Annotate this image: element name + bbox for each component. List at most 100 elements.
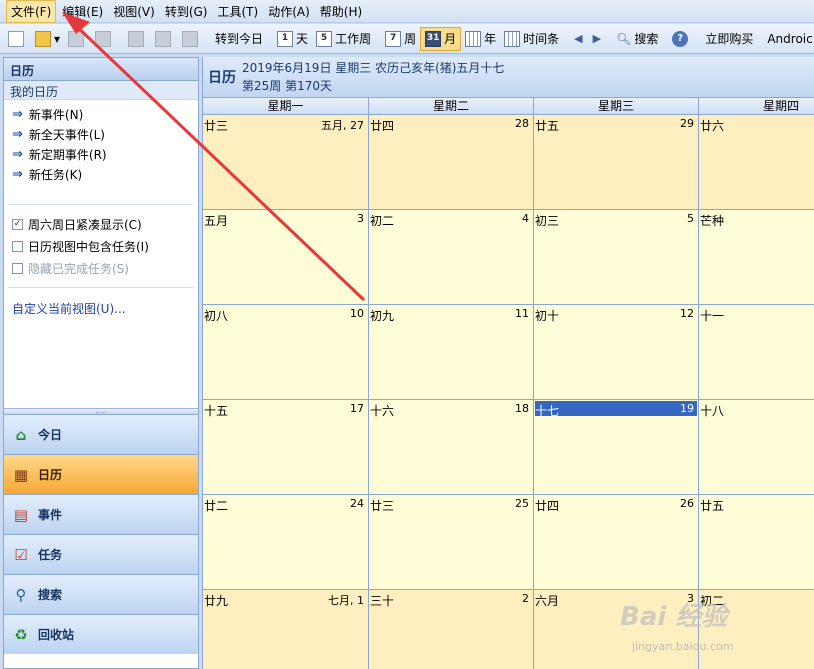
- day-number: 17: [350, 402, 364, 415]
- day-cell[interactable]: 廿三 五月, 27: [203, 115, 369, 210]
- day-cell[interactable]: 十五 17: [203, 400, 369, 495]
- events-icon: ▤: [13, 505, 29, 524]
- day-cell-today[interactable]: 十七 19: [534, 400, 699, 495]
- menu-bar: 文件(F) 编辑(E) 视图(V) 转到(G) 工具(T) 动作(A) 帮助(H…: [0, 0, 814, 23]
- nav-events[interactable]: ▤ 事件: [4, 494, 198, 534]
- new-all-day-event-action[interactable]: ⇒ 新全天事件(L): [4, 124, 198, 144]
- calendar-date-info: 2019年6月19日 星期三 农历己亥年(猪)五月十七 第25周 第170天: [242, 59, 504, 95]
- day-view-button[interactable]: 1天: [273, 27, 312, 51]
- day-cell[interactable]: 初十 12: [534, 305, 699, 400]
- preview-button[interactable]: [91, 27, 118, 51]
- day-cell[interactable]: 十六 18: [369, 400, 534, 495]
- nav-recycle-bin[interactable]: ♻ 回收站: [4, 614, 198, 654]
- buy-now-button[interactable]: 立即购买: [701, 27, 757, 51]
- menu-file[interactable]: 文件(F): [6, 0, 57, 23]
- menu-tools[interactable]: 工具(T): [213, 1, 262, 22]
- lunar-date: 十八: [700, 404, 725, 418]
- new-event-action[interactable]: ⇒ 新事件(N): [4, 104, 198, 124]
- nav-calendar-label: 日历: [38, 468, 63, 482]
- new-recurring-event-action[interactable]: ⇒ 新定期事件(R): [4, 144, 198, 164]
- day-cell[interactable]: 初三 5: [534, 210, 699, 305]
- menu-view[interactable]: 视图(V): [109, 1, 159, 22]
- timeline-icon: [504, 30, 521, 47]
- year-view-button[interactable]: 年: [461, 27, 500, 51]
- checkbox-icon: [12, 240, 23, 252]
- day-cell[interactable]: 廿五: [699, 495, 814, 590]
- weekday-header: 星期三: [534, 98, 699, 114]
- nav-search[interactable]: ⚲ 搜索: [4, 574, 198, 614]
- day-cell[interactable]: 芒种: [699, 210, 814, 305]
- lunar-date: 初九: [370, 309, 395, 323]
- week-view-button[interactable]: 7周: [381, 27, 420, 51]
- month-grid: 廿三 五月, 27 廿四 28 廿五 29 廿六五月 3 初二 4 初三 5 芒种初八 10 初九 11 初十 1…: [203, 115, 814, 669]
- calendar-header: 日历 2019年6月19日 星期三 农历己亥年(猪)五月十七 第25周 第170…: [203, 57, 814, 98]
- day-cell[interactable]: 廿四 26: [534, 495, 699, 590]
- day-cell[interactable]: 廿九 七月, 1: [203, 590, 369, 669]
- arrow-right-icon: ⇒: [12, 146, 23, 162]
- search-button[interactable]: 🔍︎ 搜索: [612, 27, 662, 51]
- lunar-date: 三十: [370, 594, 395, 608]
- scissors-icon: [128, 30, 145, 47]
- day-number: 19: [680, 402, 694, 415]
- recycle-icon: ♻: [14, 625, 28, 644]
- search-button-label: 搜索: [634, 32, 659, 46]
- print-button[interactable]: [64, 27, 91, 51]
- paste-button[interactable]: [178, 27, 205, 51]
- new-document-button[interactable]: [4, 27, 31, 51]
- lunar-date: 廿五: [700, 499, 725, 513]
- copy-button[interactable]: [151, 27, 178, 51]
- day-cell[interactable]: 廿六: [699, 115, 814, 210]
- goto-today-button[interactable]: 转到今日: [211, 27, 267, 51]
- timeline-view-button[interactable]: 时间条: [500, 27, 563, 51]
- toolbar: ▾ 转到今日 1天 5 工作周 7周 31 月 年 时间条 ◀ ▶ 🔍︎ 搜索 ? 立…: [0, 24, 814, 54]
- nav-calendar[interactable]: ▦ 日历: [4, 454, 198, 494]
- day-cell[interactable]: 初八 10: [203, 305, 369, 400]
- day-cell[interactable]: 五月 3: [203, 210, 369, 305]
- week-calendar-icon: 7: [385, 30, 402, 47]
- day-cell[interactable]: 廿三 25: [369, 495, 534, 590]
- month-view-button[interactable]: 31 月: [420, 26, 462, 51]
- arrow-right-icon: ⇒: [12, 166, 23, 182]
- customize-view-link[interactable]: 自定义当前视图(U)...: [4, 296, 198, 321]
- work-week-calendar-icon: 5: [316, 30, 333, 47]
- arrow-right-icon: ⇒: [12, 126, 23, 142]
- lunar-date: 廿二: [204, 499, 229, 513]
- nav-tasks-label: 任务: [38, 548, 63, 562]
- day-cell[interactable]: 三十 2: [369, 590, 534, 669]
- android-button[interactable]: Androic: [763, 27, 814, 51]
- menu-edit[interactable]: 编辑(E): [58, 1, 107, 22]
- day-cell[interactable]: 廿二 24: [203, 495, 369, 590]
- day-cell[interactable]: 初九 11: [369, 305, 534, 400]
- menu-help[interactable]: 帮助(H): [316, 1, 366, 22]
- nav-today[interactable]: ⌂ 今日: [4, 414, 198, 454]
- nav-tasks[interactable]: ☑ 任务: [4, 534, 198, 574]
- new-task-action[interactable]: ⇒ 新任务(K): [4, 164, 198, 184]
- day-cell[interactable]: 初二 4: [369, 210, 534, 305]
- menu-goto[interactable]: 转到(G): [161, 1, 212, 22]
- document-icon: [8, 30, 24, 47]
- day-number: 28: [515, 117, 529, 130]
- lunar-date: 初三: [535, 214, 560, 228]
- lunar-date: 廿四: [370, 119, 395, 133]
- open-button[interactable]: ▾: [31, 27, 64, 51]
- include-tasks-checkbox[interactable]: 日历视图中包含任务(I): [4, 235, 198, 257]
- cut-button[interactable]: [124, 27, 151, 51]
- previous-button[interactable]: ◀: [569, 27, 587, 51]
- hide-completed-checkbox[interactable]: 隐藏已完成任务(S): [4, 257, 198, 279]
- nav-events-label: 事件: [38, 508, 63, 522]
- work-week-view-button[interactable]: 5 工作周: [312, 27, 375, 51]
- next-button[interactable]: ▶: [588, 27, 606, 51]
- compact-weekend-checkbox[interactable]: 周六周日紧凑显示(C): [4, 213, 198, 235]
- day-number: 25: [515, 497, 529, 510]
- help-button[interactable]: ?: [668, 27, 695, 51]
- sidebar: 日历 我的日历 ⇒ 新事件(N) ⇒ 新全天事件(L) ⇒ 新定期事件(R) ⇒ 新任务…: [3, 57, 199, 669]
- divider: [8, 204, 194, 205]
- day-cell[interactable]: 廿四 28: [369, 115, 534, 210]
- day-cell[interactable]: 廿五 29: [534, 115, 699, 210]
- menu-actions[interactable]: 动作(A): [264, 1, 314, 22]
- day-number: 18: [515, 402, 529, 415]
- day-cell[interactable]: 十八: [699, 400, 814, 495]
- folder-open-icon: [35, 30, 51, 47]
- day-cell[interactable]: 十一: [699, 305, 814, 400]
- my-calendar-label: 我的日历: [4, 81, 198, 100]
